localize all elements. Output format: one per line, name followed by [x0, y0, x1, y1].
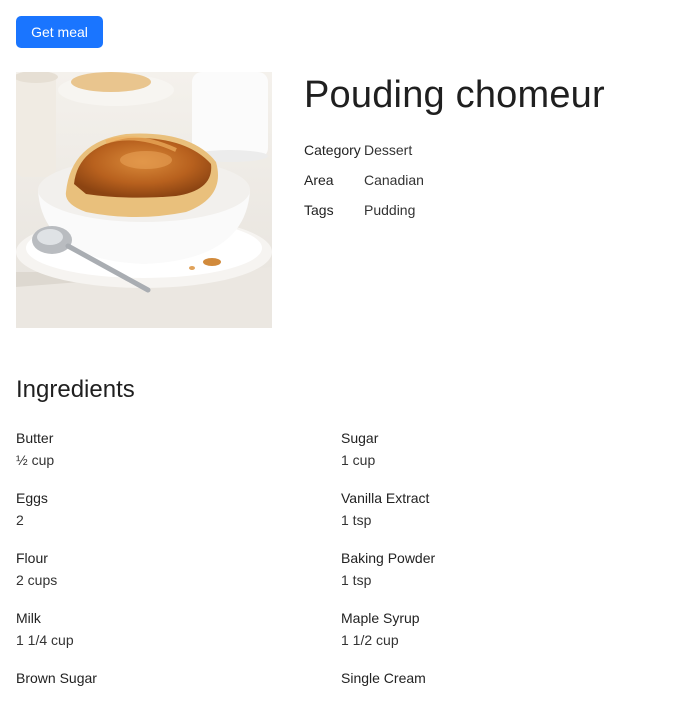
category-value: Dessert	[364, 142, 413, 158]
category-label: Category	[304, 142, 361, 158]
ingredient-item: Maple Syrup 1 1/2 cup	[341, 608, 666, 652]
tags-label: Tags	[304, 202, 334, 218]
ingredient-item: Sugar 1 cup	[341, 428, 666, 472]
ingredient-measure: 1 1/4 cup	[16, 632, 74, 648]
ingredients-heading: Ingredients	[16, 376, 135, 403]
ingredient-item: Eggs 2	[16, 488, 341, 532]
meal-title: Pouding chomeur	[304, 74, 605, 116]
ingredient-item: Single Cream	[341, 668, 666, 712]
ingredient-measure: 1 1/2 cup	[341, 632, 399, 648]
ingredients-list: Butter ½ cup Sugar 1 cup Eggs 2 Vanilla …	[16, 428, 666, 712]
ingredient-name: Milk	[16, 610, 41, 626]
area-label: Area	[304, 172, 334, 188]
get-meal-button[interactable]: Get meal	[16, 16, 103, 48]
ingredient-measure: 2	[16, 512, 24, 528]
ingredient-measure: 1 tsp	[341, 572, 372, 588]
ingredient-item: Brown Sugar	[16, 668, 341, 712]
ingredient-name: Butter	[16, 430, 54, 446]
ingredient-name: Eggs	[16, 490, 48, 506]
meal-image	[16, 72, 272, 328]
meal-photo-illustration	[16, 72, 272, 328]
ingredient-item: Flour 2 cups	[16, 548, 341, 592]
ingredient-measure: 1 tsp	[341, 512, 372, 528]
ingredient-name: Sugar	[341, 430, 379, 446]
ingredient-measure: ½ cup	[16, 452, 55, 468]
ingredient-item: Butter ½ cup	[16, 428, 341, 472]
area-value: Canadian	[364, 172, 424, 188]
ingredient-name: Single Cream	[341, 670, 426, 686]
ingredient-item: Vanilla Extract 1 tsp	[341, 488, 666, 532]
ingredient-name: Maple Syrup	[341, 610, 420, 626]
ingredient-item: Milk 1 1/4 cup	[16, 608, 341, 652]
ingredient-measure: 1 cup	[341, 452, 376, 468]
tags-value: Pudding	[364, 202, 416, 218]
ingredient-name: Brown Sugar	[16, 670, 97, 686]
ingredient-name: Baking Powder	[341, 550, 436, 566]
ingredient-name: Flour	[16, 550, 48, 566]
ingredient-measure: 2 cups	[16, 572, 58, 588]
ingredient-item: Baking Powder 1 tsp	[341, 548, 666, 592]
ingredient-name: Vanilla Extract	[341, 490, 430, 506]
